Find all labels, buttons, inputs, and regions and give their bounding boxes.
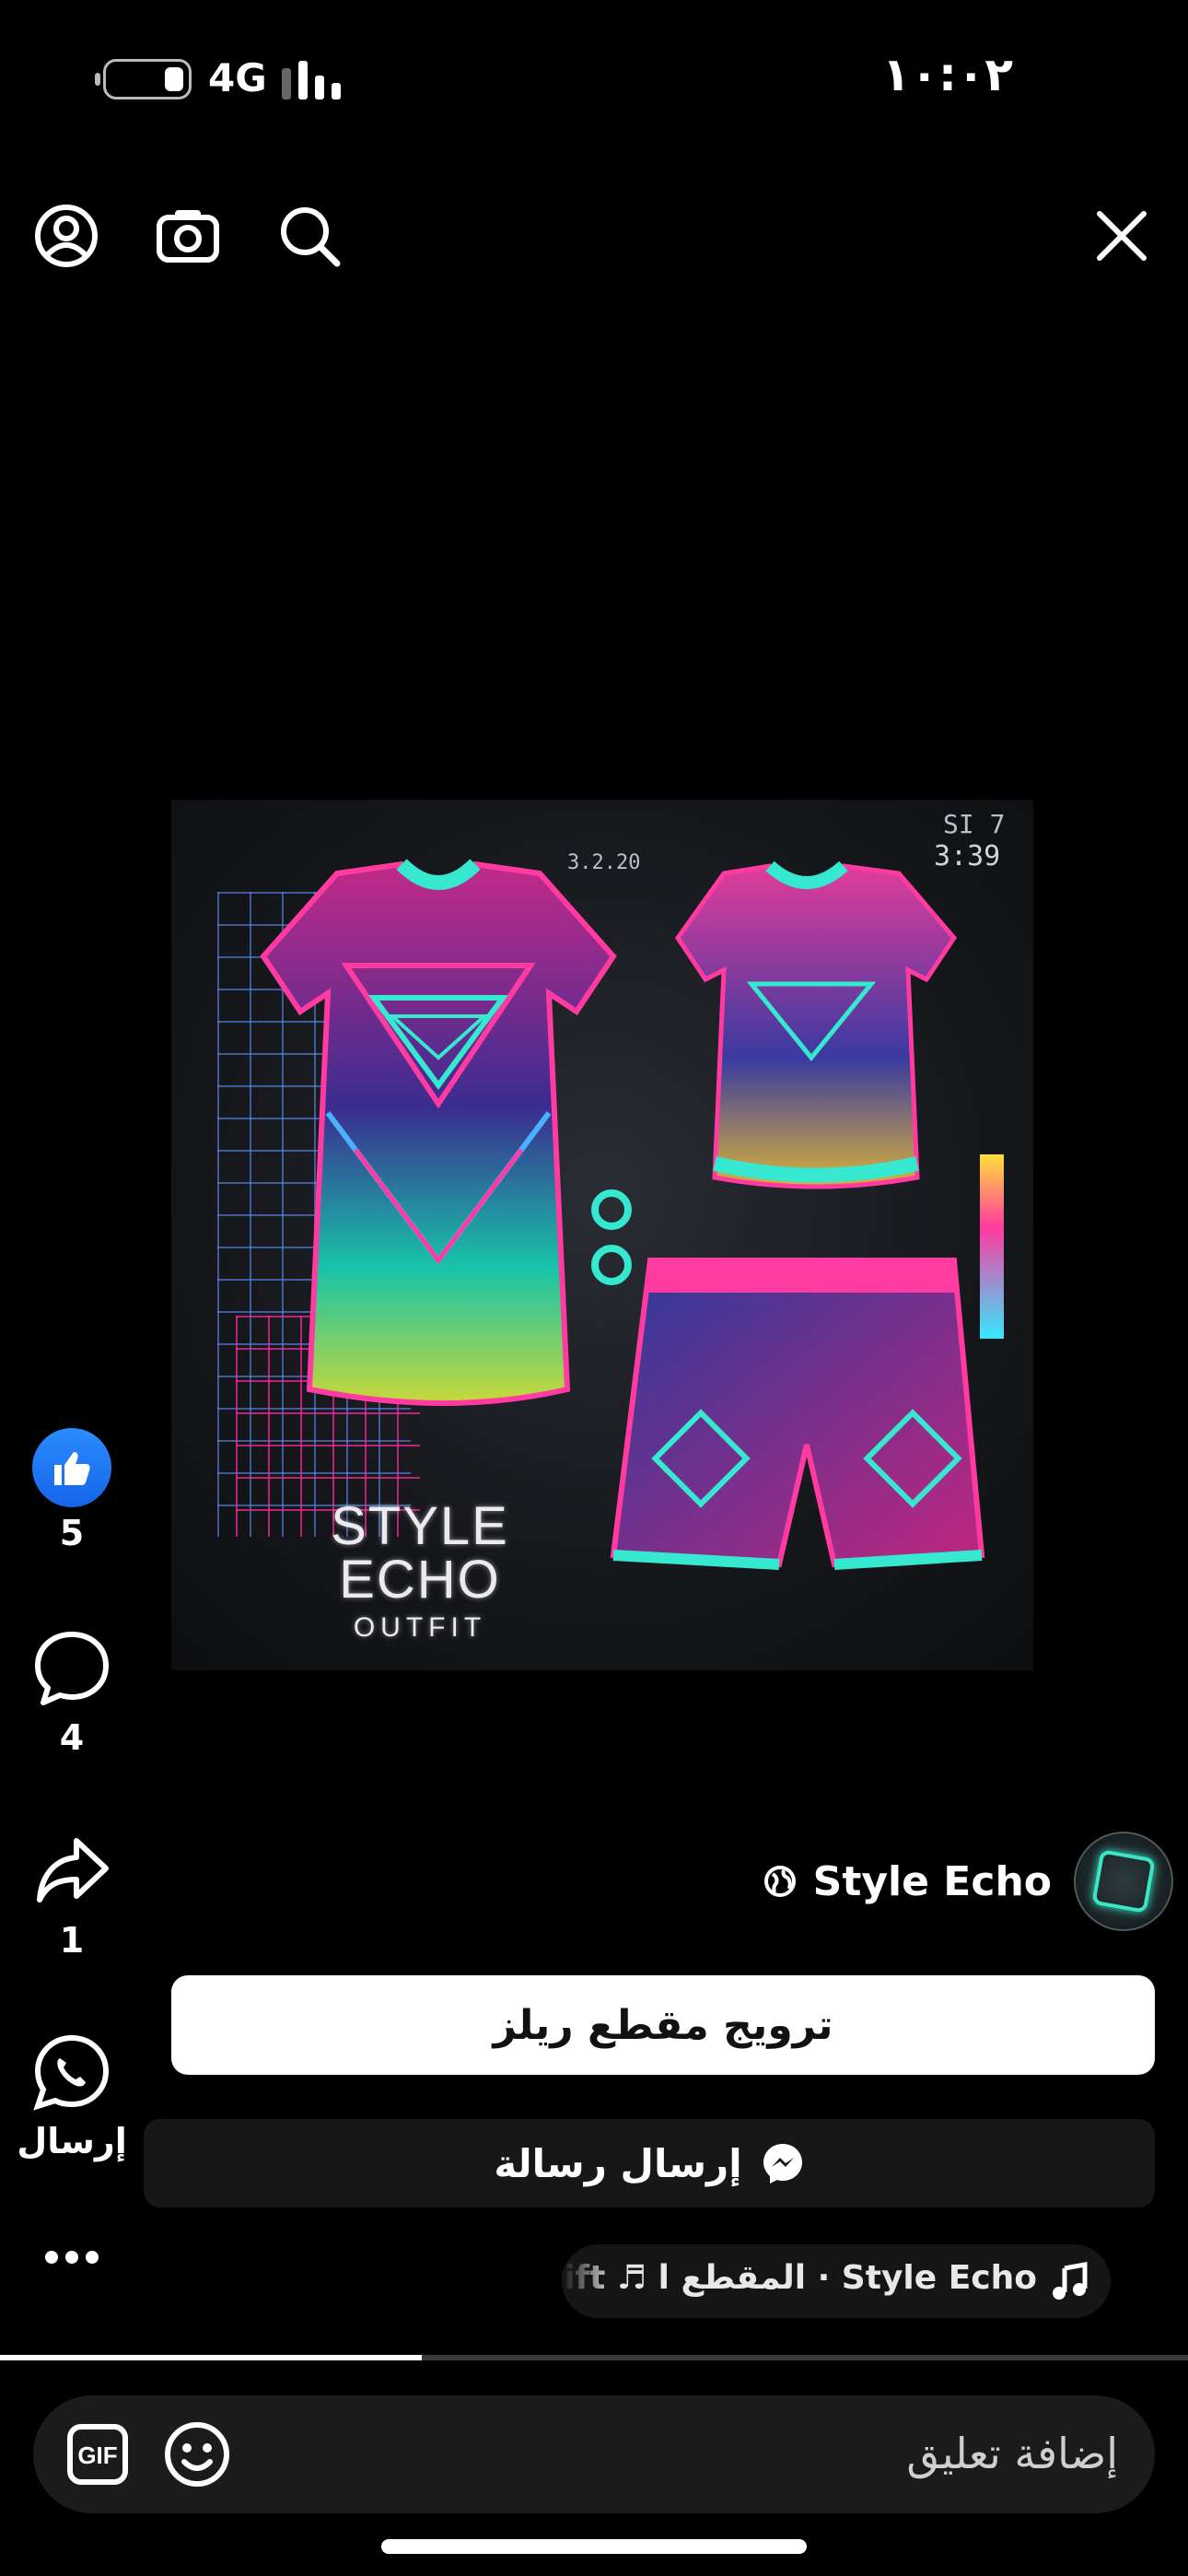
image-top-sublabel: SI 7 [943, 809, 1006, 839]
globe-icon [763, 1866, 796, 1897]
audio-attribution[interactable]: (Drift ♬ المقطع ا · Style Echo [562, 2244, 1111, 2318]
close-icon[interactable] [1089, 203, 1155, 269]
image-mid-label: 3.2.20 [567, 851, 641, 874]
like-icon [32, 1428, 111, 1507]
search-icon[interactable] [276, 203, 343, 269]
status-bar: 4G ١٠:٠٢ [0, 0, 1188, 157]
post-image[interactable]: SI 7 3:39 3.2.20 STYLE ECHO OUTFIT [171, 800, 1033, 1670]
outfit-illustration [260, 859, 1004, 1570]
video-progress-fill [0, 2355, 422, 2360]
brand-line-3: OUTFIT [353, 1612, 487, 1643]
comment-button[interactable]: 4 [0, 1629, 144, 1758]
comment-bar[interactable]: GIF إضافة تعليق [33, 2395, 1155, 2513]
home-indicator[interactable] [381, 2539, 807, 2554]
comment-icon [35, 1632, 109, 1705]
author-avatar[interactable] [1074, 1832, 1173, 1931]
image-brand-text: STYLE ECHO OUTFIT [309, 1500, 530, 1644]
like-button[interactable]: 5 [0, 1428, 144, 1553]
share-icon [37, 1838, 109, 1903]
camera-icon[interactable] [155, 203, 221, 269]
emoji-icon[interactable] [162, 2419, 232, 2489]
share-button[interactable]: 1 [0, 1832, 144, 1961]
promote-reel-button[interactable]: ترويج مقطع ريلز [171, 1975, 1155, 2075]
music-note-icon [1053, 2262, 1088, 2300]
send-message-label: إرسال رسالة [494, 2140, 742, 2186]
svg-text:GIF: GIF [77, 2441, 117, 2469]
share-count: 1 [59, 1920, 85, 1961]
like-count: 5 [59, 1513, 85, 1553]
signal-icon [282, 61, 348, 100]
audio-text: (Drift ♬ المقطع ا · Style Echo [562, 2259, 1037, 2297]
brand-line-1: STYLE [331, 1496, 509, 1556]
comment-count: 4 [59, 1717, 85, 1758]
author-name[interactable]: Style Echo [813, 1858, 1052, 1905]
whatsapp-label: إرسال [17, 2121, 127, 2161]
whatsapp-icon [33, 2034, 110, 2111]
more-dots-icon [45, 2251, 99, 2264]
video-progress-bar[interactable] [0, 2355, 1188, 2360]
gif-icon[interactable]: GIF [66, 2423, 129, 2486]
messenger-icon [763, 2144, 802, 2184]
profile-icon[interactable] [33, 203, 99, 269]
status-time: ١٠:٠٢ [881, 48, 1013, 101]
send-message-button[interactable]: إرسال رسالة [144, 2119, 1155, 2207]
brand-line-2: ECHO [339, 1550, 501, 1610]
more-options-button[interactable] [0, 2239, 144, 2279]
network-type: 4G [208, 55, 267, 100]
image-top-label: 3:39 [934, 840, 1001, 872]
whatsapp-send-button[interactable]: إرسال [0, 2032, 144, 2161]
comment-input[interactable]: إضافة تعليق [906, 2429, 1118, 2478]
author-row[interactable]: Style Echo [763, 1830, 1173, 1933]
battery-icon [95, 59, 192, 100]
